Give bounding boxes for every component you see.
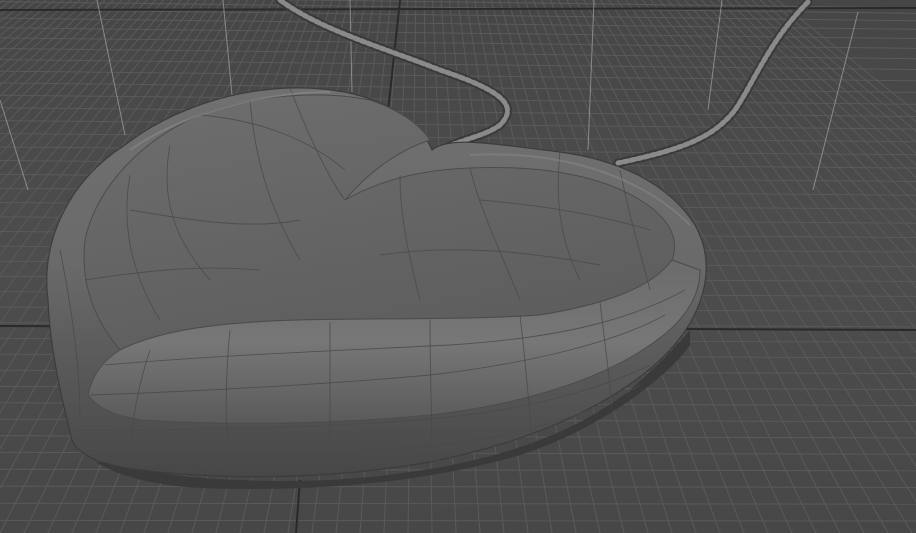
grid-line [0, 519, 916, 522]
3d-viewport[interactable] [0, 0, 916, 533]
viewport-canvas[interactable] [0, 0, 916, 533]
grid-line [0, 7, 916, 11]
grid-line [0, 94, 916, 105]
grid-line [0, 0, 5, 4]
grid-line [0, 0, 30, 23]
heart-mesh-icon [46, 87, 707, 490]
grid-line [0, 48, 916, 60]
